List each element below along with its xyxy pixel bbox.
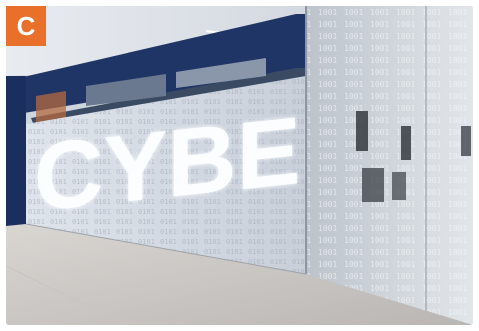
photo-scene: 0101 1001 xyxy=(6,6,473,325)
panel-label-badge: C xyxy=(6,6,46,46)
figure-panel: C 010 xyxy=(0,0,479,331)
photo-cyber-wall: 0101 1001 xyxy=(6,6,473,325)
